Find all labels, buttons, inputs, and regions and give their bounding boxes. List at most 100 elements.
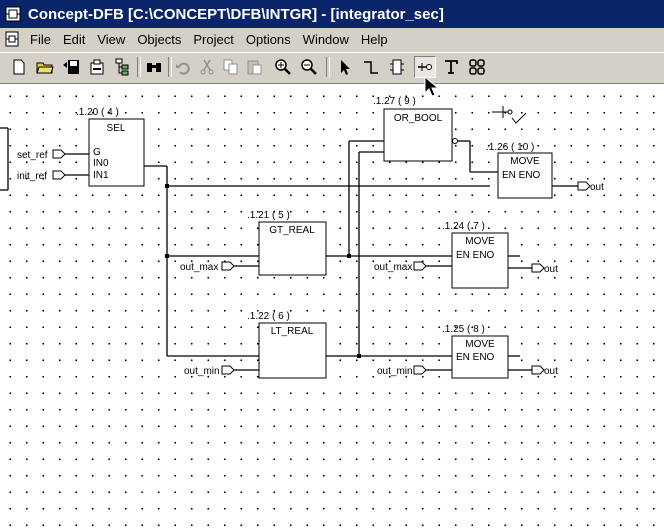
move7-pins: EN ENO [456,250,495,261]
select-arrow-icon [341,60,350,75]
out-max-input-arrow-2 [413,261,427,271]
text-button[interactable] [440,56,462,78]
out-output-arrow-1 [577,181,591,191]
copy-icon [223,59,238,75]
move8-pins: EN ENO [456,352,495,363]
move7-block-id: .1.24 ( 7 ) [442,221,485,232]
print-setup-icon [90,59,104,75]
new-file-button[interactable] [8,56,30,78]
move8-block[interactable]: .1.25 ( 8 ) MOVE EN ENO [442,324,509,379]
zoom-in-icon [275,59,291,75]
pin-button[interactable] [414,56,436,78]
undo-icon [176,62,190,75]
or-bool-block-id: .1.27 ( 9 ) [373,96,416,107]
zoom-out-button[interactable] [298,56,320,78]
diagram-canvas[interactable]: .1.20 ( 4 ) SEL G IN0 IN1 .1.27 ( 9 ) OR… [0,84,664,532]
pin-cursor-icon [492,106,527,124]
menu-file[interactable]: File [24,32,57,47]
sel-block-name: SEL [107,123,126,134]
move7-block[interactable]: .1.24 ( 7 ) MOVE EN ENO [442,221,509,289]
save-button[interactable] [60,56,82,78]
zoom-out-icon [301,59,317,75]
cut-icon [200,59,214,75]
save-icon [63,60,79,74]
sel-pin-in0: IN0 [93,158,109,169]
ffb-block-button[interactable] [386,56,408,78]
link-icon [364,61,378,74]
window-title: Concept-DFB [C:\CONCEPT\DFB\INTGR] - [in… [28,5,444,23]
move10-block-name: MOVE [510,156,540,167]
toolbar [0,52,664,84]
menu-edit[interactable]: Edit [57,32,91,47]
out-label-2: out [544,264,558,275]
menu-bar: File Edit View Objects Project Options W… [0,28,664,50]
new-file-icon [13,59,25,75]
toolbar-separator [326,57,330,77]
out-output-arrow-2 [531,263,545,273]
open-button[interactable] [34,56,56,78]
print-setup-button[interactable] [86,56,108,78]
init-ref-label: init_ref [17,171,47,182]
link-button[interactable] [360,56,382,78]
zoom-in-button[interactable] [272,56,294,78]
move8-block-id: .1.25 ( 8 ) [442,324,485,335]
toolbar-separator [137,57,141,77]
or-bool-block[interactable]: .1.27 ( 9 ) OR_BOOL [373,96,458,162]
sel-pin-g: G [93,147,101,158]
text-icon [445,60,458,74]
lt-real-block[interactable]: .1.22 ( 6 ) LT_REAL [247,311,327,379]
sel-block[interactable]: .1.20 ( 4 ) SEL G IN0 IN1 [76,107,145,187]
undo-button[interactable] [172,56,194,78]
set-ref-input-arrow [52,149,66,159]
menu-help[interactable]: Help [355,32,394,47]
menu-objects[interactable]: Objects [131,32,187,47]
hierarchy-icon [115,58,129,76]
lt-real-block-id: .1.22 ( 6 ) [247,311,290,322]
out-label-1: out [590,182,604,193]
out-label-3: out [544,366,558,377]
select-button[interactable] [334,56,356,78]
find-button[interactable] [143,56,165,78]
gt-real-block[interactable]: .1.21 ( 5 ) GT_REAL [247,210,327,276]
out-min-input-arrow [221,365,235,375]
move10-pins: EN ENO [502,170,541,181]
out-min-input-arrow-2 [413,365,427,375]
move10-block-id: .1.26 ( 10 ) [486,142,534,153]
gt-real-block-name: GT_REAL [269,225,315,236]
cut-button[interactable] [196,56,218,78]
document-icon[interactable] [4,31,20,47]
move10-block[interactable]: .1.26 ( 10 ) MOVE EN ENO [486,142,553,199]
set-ref-label: set_ref [17,150,48,161]
or-bool-block-name: OR_BOOL [394,113,443,124]
paste-button[interactable] [244,56,266,78]
ffb-block-icon [390,59,404,75]
sel-block-id: .1.20 ( 4 ) [76,107,119,118]
out-max-label-1: out_max [180,262,218,273]
app-icon [5,6,21,22]
menu-view[interactable]: View [91,32,131,47]
open-folder-icon [36,62,54,74]
move8-block-name: MOVE [465,339,495,350]
pin-icon [418,63,432,71]
hierarchy-button[interactable] [112,56,134,78]
paste-icon [247,60,262,75]
move7-block-name: MOVE [465,236,495,247]
title-bar: Concept-DFB [C:\CONCEPT\DFB\INTGR] - [in… [0,0,664,28]
out-max-label-2: out_max [374,262,412,273]
menu-options[interactable]: Options [240,32,297,47]
out-min-label-2: out_min [377,366,413,377]
init-ref-input-arrow [52,170,66,180]
gt-real-block-id: .1.21 ( 5 ) [247,210,290,221]
grid-button[interactable] [466,56,488,78]
out-output-arrow-3 [531,365,545,375]
out-max-input-arrow [221,261,235,271]
copy-button[interactable] [220,56,242,78]
grid-icon [469,59,485,75]
find-icon [147,63,161,72]
out-min-label-1: out_min [184,366,220,377]
mouse-pointer-icon [424,76,440,97]
menu-window[interactable]: Window [297,32,355,47]
lt-real-block-name: LT_REAL [271,326,314,337]
sel-pin-in1: IN1 [93,170,109,181]
menu-project[interactable]: Project [187,32,239,47]
